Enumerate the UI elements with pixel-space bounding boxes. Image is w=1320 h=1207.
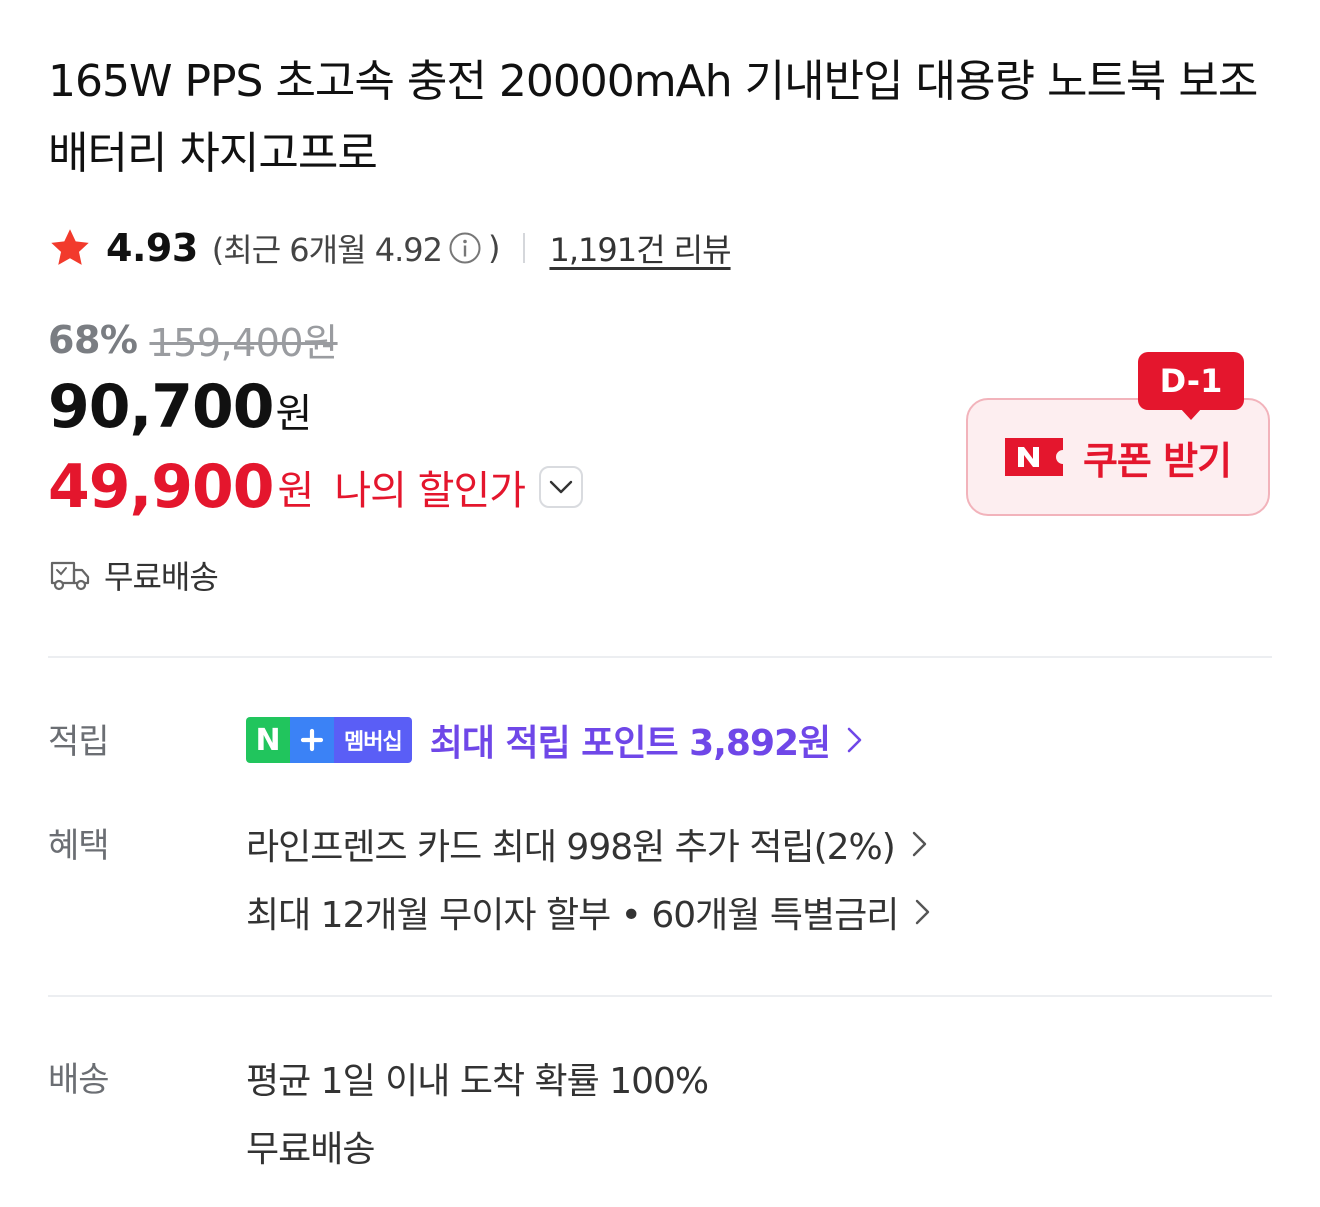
recent-rating: (최근 6개월 4.92 )	[211, 225, 501, 271]
delivery-arrival-rate: 평균 1일 이내 도착 확률 100%	[246, 1061, 709, 1102]
my-discount-price: 49,900	[48, 452, 275, 522]
discount-detail-toggle[interactable]	[539, 466, 584, 508]
info-icon[interactable]	[448, 231, 482, 265]
section-divider	[48, 995, 1272, 997]
chevron-right-icon	[844, 722, 866, 758]
benefits-label: 혜택	[48, 826, 110, 866]
section-divider	[48, 656, 1272, 658]
rating-row: 4.93 (최근 6개월 4.92 ) 1,191건 리뷰	[48, 222, 732, 274]
shipping-summary-text: 무료배송	[104, 558, 219, 596]
coupon-dday-badge-tail	[1180, 408, 1202, 420]
original-price-row: 68% 159,400원	[48, 312, 338, 367]
points-row[interactable]: N 멤버십 최대 적립 포인트 3,892원	[246, 714, 866, 766]
benefit-card-points-text: 라인프렌즈 카드 최대 998원 추가 적립(2%)	[246, 827, 896, 868]
naver-plus-membership-badge: N 멤버십	[246, 717, 412, 763]
product-detail-page: 165W PPS 초고속 충전 20000mAh 기내반입 대용량 노트북 보조…	[0, 0, 1320, 1207]
coupon-dday-badge: D-1	[1138, 352, 1244, 410]
my-discount-price-row: 49,900 원 나의 할인가	[48, 452, 584, 522]
sale-price-row: 90,700 원	[48, 372, 312, 442]
sale-price: 90,700	[48, 372, 275, 442]
rating-divider	[523, 233, 526, 263]
naver-coupon-icon	[1004, 438, 1063, 476]
membership-badge-text: 멤버십	[334, 717, 412, 763]
sale-price-unit: 원	[275, 391, 313, 437]
chevron-right-icon	[909, 826, 931, 862]
shipping-summary: 무료배송	[48, 552, 219, 598]
review-count-link[interactable]: 1,191건 리뷰	[549, 225, 731, 271]
benefit-installment-text: 최대 12개월 무이자 할부 • 60개월 특별금리	[246, 895, 899, 936]
recent-rating-close: )	[487, 229, 501, 267]
rating-score: 4.93	[106, 226, 198, 270]
delivery-fee: 무료배송	[246, 1129, 375, 1170]
benefit-installment[interactable]: 최대 12개월 무이자 할부 • 60개월 특별금리	[246, 886, 934, 938]
chevron-right-icon	[912, 894, 934, 930]
truck-icon	[48, 557, 92, 593]
star-icon	[48, 226, 92, 270]
original-price: 159,400원	[149, 321, 338, 365]
benefit-card-points[interactable]: 라인프렌즈 카드 최대 998원 추가 적립(2%)	[246, 818, 931, 870]
chevron-down-icon	[549, 480, 573, 494]
coupon-download-button[interactable]: 쿠폰 받기	[966, 398, 1270, 516]
points-label: 적립	[48, 722, 110, 762]
coupon-label: 쿠폰 받기	[1082, 438, 1232, 483]
my-discount-unit: 원	[277, 468, 315, 514]
plus-icon	[290, 717, 334, 763]
delivery-label: 배송	[48, 1060, 110, 1100]
product-title: 165W PPS 초고속 충전 20000mAh 기내반입 대용량 노트북 보조…	[48, 56, 1258, 179]
my-discount-label: 나의 할인가	[334, 468, 526, 514]
recent-rating-text: (최근 6개월 4.92	[211, 231, 443, 269]
max-points-text: 최대 적립 포인트 3,892원	[429, 723, 831, 764]
naver-n-logo: N	[246, 717, 290, 763]
discount-rate: 68%	[48, 317, 138, 362]
